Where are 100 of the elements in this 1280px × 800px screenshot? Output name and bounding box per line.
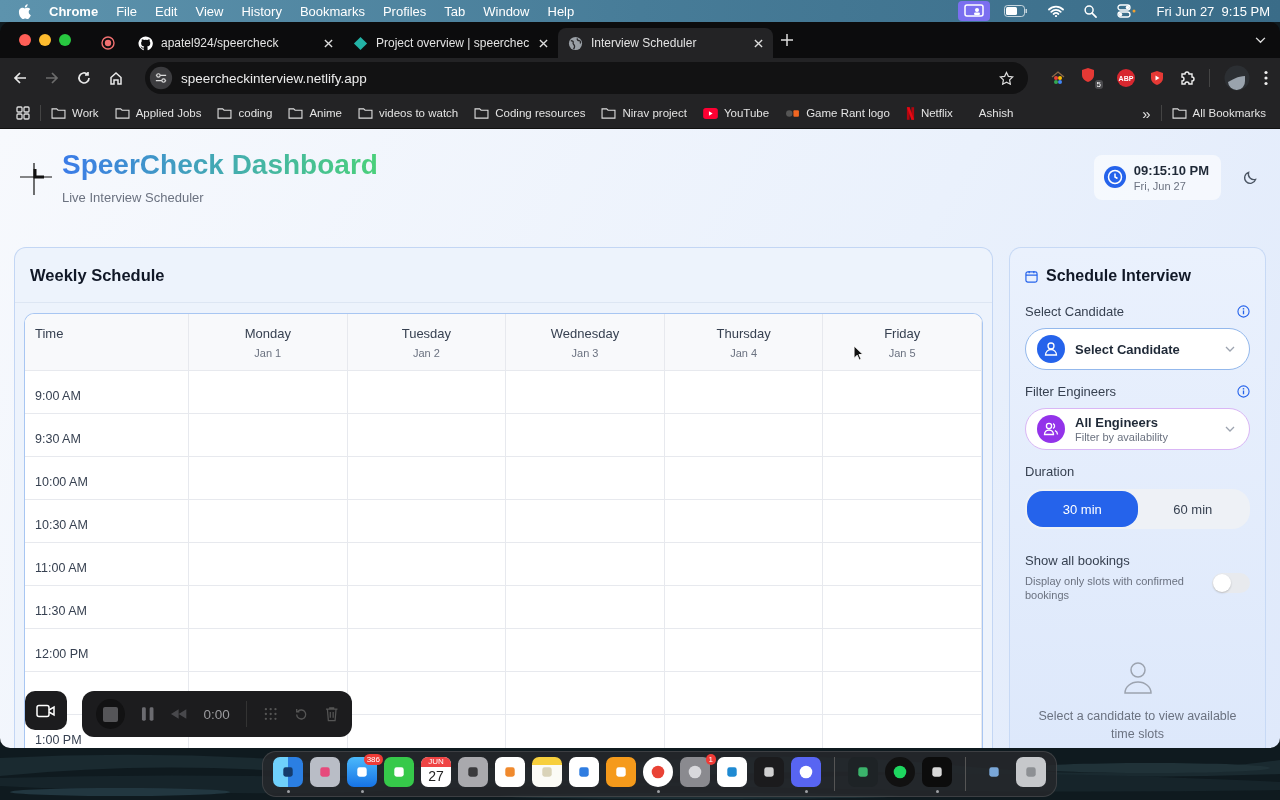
app-icon[interactable] [680,757,710,787]
apps-grid-icon[interactable] [16,106,30,120]
app-icon[interactable] [643,757,673,787]
day-date: Jan 5 [888,347,916,359]
more-icon[interactable] [1264,70,1268,86]
close-window-button[interactable] [19,34,31,46]
app-icon[interactable] [885,757,915,787]
bookmark[interactable]: All Bookmarks [1171,107,1266,119]
crosshair-cursor-icon [20,163,52,195]
new-tab-icon[interactable] [781,34,793,46]
forward-icon[interactable] [45,71,59,85]
sliders-icon[interactable] [149,66,173,90]
menu-item[interactable]: Help [547,3,575,19]
moon-icon[interactable] [1243,169,1258,185]
reload-icon[interactable] [77,71,91,85]
notification-badge: 386 [363,754,383,765]
bookmark[interactable]: Nirav project [601,107,687,119]
app-icon[interactable] [310,757,340,787]
app-icon[interactable] [791,757,821,787]
minimize-window-button[interactable] [39,34,51,46]
bookmark[interactable]: Netflix [905,106,953,120]
duration-option[interactable]: 30 min [1027,491,1138,527]
bookmark[interactable]: Applied Jobs [114,107,202,119]
time-cell: 11:00 AM [25,542,189,585]
menu-item[interactable]: Window [483,3,530,19]
more-bookmarks-button[interactable]: » [1142,104,1151,122]
menu-item[interactable]: History [241,3,282,19]
apple-logo-icon[interactable] [18,3,31,19]
rewind-icon[interactable] [170,708,188,720]
duration-option[interactable]: 60 min [1137,491,1248,527]
home-icon[interactable] [109,71,123,85]
info-icon[interactable] [1237,305,1250,318]
bookmark[interactable]: coding [217,107,273,119]
menu-item[interactable]: Edit [155,3,178,19]
play-shield-icon[interactable] [1149,70,1165,86]
setting-label: Show all bookings [1025,553,1131,568]
app-icon[interactable] [606,757,636,787]
browser-tab[interactable]: Interview Scheduler [558,28,773,58]
menu-item[interactable]: File [116,3,138,19]
app-icon[interactable] [384,757,414,787]
trash-icon[interactable] [324,706,338,722]
back-icon[interactable] [13,71,27,85]
chevron-down-icon[interactable] [1255,36,1266,44]
app-icon[interactable] [754,757,784,787]
address-bar[interactable]: speercheckinterview.netlify.app [145,62,1028,94]
bookmark[interactable]: Work [51,107,99,119]
close-icon[interactable] [539,38,548,48]
time-cell: 11:30 AM [25,585,189,628]
browser-tab[interactable]: apatel924/speercheck [128,28,343,58]
app-icon[interactable] [569,757,599,787]
app-icon[interactable] [717,757,747,787]
close-icon[interactable] [754,38,763,48]
info-icon[interactable] [1237,385,1250,398]
bookmark[interactable]: Ashish [968,107,1014,119]
menu-item[interactable]: Bookmarks [299,3,365,19]
extension-badge: 5 [1094,80,1103,89]
calendar-day: 27 [428,767,444,786]
app-icon[interactable] [458,757,488,787]
app-icon[interactable] [848,757,878,787]
camera-button[interactable] [25,691,67,730]
screen-share-icon[interactable] [957,1,990,21]
folder-icon [51,107,66,119]
folder-icon [1171,107,1187,119]
shield-icon[interactable] [1080,67,1096,83]
app-icon[interactable] [495,757,525,787]
bookmark[interactable]: Game Rant logo [785,107,890,119]
pause-icon[interactable] [140,706,155,722]
bookmark[interactable]: Anime [288,107,342,119]
app-icon[interactable] [1016,757,1046,787]
reset-icon[interactable] [294,706,309,722]
zoom-window-button[interactable] [59,34,71,46]
candidate-select[interactable]: Select Candidate [1025,328,1250,370]
bookmark[interactable]: videos to watch [358,107,459,119]
menu-bar-clock[interactable]: Fri Jun 27 9:15 PM [1156,3,1270,19]
engineer-filter-select[interactable]: All Engineers Filter by availability [1025,408,1250,450]
play-icon [702,107,718,119]
menu-item[interactable]: Profiles [382,3,427,19]
field-label: Filter Engineers [1025,384,1117,399]
menu-item[interactable]: View [195,3,224,19]
dot-grid-icon[interactable] [262,706,279,722]
close-icon[interactable] [324,38,333,48]
bookmark[interactable]: YouTube [702,107,770,119]
bookmark[interactable]: Coding resources [474,107,586,119]
menu-item[interactable]: Tab [444,3,466,19]
browser-tab[interactable]: Project overview | speerchec [343,28,558,58]
user-icon [1037,335,1065,363]
record-icon [101,36,115,50]
app-icon[interactable]: JUN 27 [421,757,451,787]
avatar-icon[interactable] [1224,65,1250,91]
app-icon[interactable] [532,757,562,787]
toggle-switch[interactable] [1212,573,1250,593]
column-header: Time [35,326,65,341]
tab-title: Project overview | speerchec [376,36,531,50]
day-date: Jan 2 [412,347,440,359]
app-icon[interactable] [922,757,952,787]
star-icon[interactable] [999,70,1014,86]
app-icon[interactable] [273,757,303,787]
puzzle-icon[interactable] [1179,70,1195,86]
house-icon[interactable] [1050,70,1066,86]
stop-button[interactable] [96,699,125,729]
